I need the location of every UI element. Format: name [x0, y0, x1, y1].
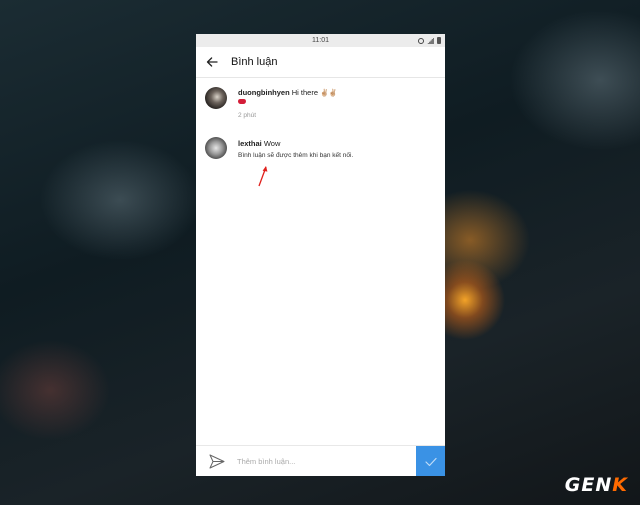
signal-icon [427, 37, 434, 44]
comment-input[interactable] [237, 451, 407, 471]
instagram-comments-screen: 11:01 Bình luận duongbinhyen Hi there ✌🏼… [196, 34, 445, 476]
page-title: Bình luận [231, 56, 278, 68]
back-button[interactable] [197, 47, 227, 77]
comment-line: lexthai Wow [238, 139, 280, 148]
comment-username[interactable]: lexthai [238, 139, 262, 148]
comment-composer [196, 445, 445, 476]
pending-comment-note: Bình luận sẽ được thêm khi bạn kết nối. [238, 152, 354, 159]
alarm-icon [418, 37, 424, 44]
send-direct-icon[interactable] [209, 454, 225, 469]
comment-text: Wow [263, 139, 281, 148]
watermark-accent: K [612, 474, 628, 496]
back-arrow-icon [206, 57, 218, 67]
comment-emoji: ✌🏼✌🏼 [320, 90, 338, 97]
avatar[interactable] [205, 87, 227, 109]
comment-timestamp: 2 phút [238, 112, 257, 119]
comment-line: duongbinhyen Hi there ✌🏼✌🏼 [238, 88, 338, 97]
annotation-arrow-icon [258, 166, 268, 187]
genk-watermark: GENK [565, 474, 628, 496]
comments-header: Bình luận [196, 47, 445, 78]
watermark-text: GEN [564, 474, 613, 496]
battery-icon [437, 37, 441, 44]
status-time: 11:01 [312, 37, 329, 44]
avatar[interactable] [205, 137, 227, 159]
status-bar: 11:01 [196, 34, 445, 47]
checkmark-icon [424, 457, 437, 466]
comment-text: Hi there [291, 88, 319, 97]
comment-item: lexthai Wow Bình luận sẽ được thêm khi b… [196, 129, 445, 169]
status-icons [418, 34, 441, 47]
lips-emoji-icon [238, 99, 246, 104]
post-comment-button[interactable] [416, 446, 445, 476]
comment-username[interactable]: duongbinhyen [238, 88, 290, 97]
comment-item: duongbinhyen Hi there ✌🏼✌🏼 2 phút [196, 78, 445, 128]
